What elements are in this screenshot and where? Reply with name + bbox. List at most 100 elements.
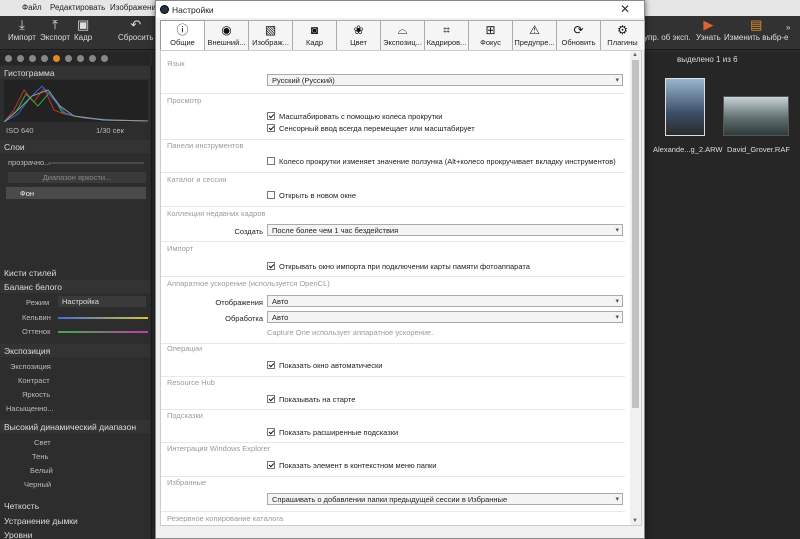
browser-panel: выделено 1 из 6 Alexande...g_2.ARW David… <box>645 52 800 539</box>
tool-tab-icon[interactable] <box>101 55 108 62</box>
reset-button[interactable]: ↶ Сбросить <box>118 18 154 42</box>
close-icon[interactable]: ✕ <box>620 2 630 16</box>
tab-capture[interactable]: ◙ Кадр <box>292 20 337 50</box>
histogram-header[interactable]: Гистограмма <box>0 66 150 79</box>
brightness-range-button[interactable]: Диапазон яркости... <box>8 172 146 183</box>
opencl-display-select[interactable]: Авто ▾ <box>267 295 623 307</box>
tool-tab-icon[interactable] <box>29 55 36 62</box>
layer-row[interactable]: Фон <box>6 187 146 199</box>
scrollbar-thumb[interactable] <box>632 60 639 408</box>
focus-icon: ⊞ <box>485 23 496 37</box>
tint-label: Оттенок <box>22 327 51 336</box>
show-on-start-checkbox[interactable]: Показывать на старте <box>267 395 355 404</box>
tool-tab-icon[interactable] <box>17 55 24 62</box>
touch-pan-checkbox[interactable]: Сенсорный ввод всегда перемещает или мас… <box>267 124 475 133</box>
white-balance-header[interactable]: Баланс белого <box>0 280 150 293</box>
open-import-checkbox[interactable]: Открывать окно импорта при подключении к… <box>267 262 530 271</box>
tool-tab-icon[interactable] <box>5 55 12 62</box>
black-slider-label: Черный <box>24 480 52 489</box>
checkbox-unchecked[interactable] <box>267 191 275 199</box>
export-icon: ⤒ <box>52 17 58 32</box>
menu-image[interactable]: Изображение <box>110 3 160 12</box>
exposure-warning-button[interactable]: упр. об эксп. <box>644 18 691 42</box>
opacity-label: прозрачно... <box>8 158 51 167</box>
recent-create-select[interactable]: После более чем 1 час бездействия ▾ <box>267 224 623 236</box>
tab-color[interactable]: ❀ Цвет <box>336 20 381 50</box>
tab-warnings[interactable]: ⚠ Предупре... <box>512 20 557 50</box>
checkbox-checked[interactable] <box>267 428 275 436</box>
section-tooltips-title: Подсказки <box>167 411 203 420</box>
tab-crop[interactable]: ⌗ Кадриров... <box>424 20 469 50</box>
tab-appearance[interactable]: ◉ Внешний... <box>204 20 249 50</box>
kelvin-slider[interactable] <box>58 317 148 319</box>
wheel-slider-checkbox[interactable]: Колесо прокрутки изменяет значение ползу… <box>267 157 616 166</box>
scroll-down-icon[interactable]: ▼ <box>632 518 638 524</box>
layers-header[interactable]: Слои <box>0 140 150 153</box>
tab-image[interactable]: ▧ Изображ... <box>248 20 293 50</box>
highlight-slider-label: Свет <box>34 438 51 447</box>
clarity-header[interactable]: Четкость <box>0 499 150 512</box>
thumbnail-2[interactable] <box>723 96 789 136</box>
thumbnail-1[interactable] <box>665 78 705 136</box>
language-select[interactable]: Русский (Русский) ▾ <box>267 74 623 86</box>
section-backup-title: Резервное копирование каталога <box>167 514 284 523</box>
wb-mode-select[interactable]: Настройка <box>58 296 146 307</box>
tool-tab-icon[interactable] <box>65 55 72 62</box>
context-menu-checkbox[interactable]: Показать элемент в контекстном меню папк… <box>267 461 436 470</box>
checkbox-checked[interactable] <box>267 361 275 369</box>
import-button[interactable]: ⤓ Импорт <box>8 18 36 42</box>
opacity-slider[interactable] <box>48 162 144 164</box>
divider <box>161 343 625 344</box>
hdr-header[interactable]: Высокий динамический диапазон <box>0 420 150 433</box>
show-auto-checkbox[interactable]: Показать окно автоматически <box>267 361 382 370</box>
chevron-down-icon: ▾ <box>615 314 619 321</box>
tab-update[interactable]: ⟳ Обновить <box>556 20 601 50</box>
scroll-up-icon[interactable]: ▲ <box>632 52 638 58</box>
kelvin-label: Кельвин <box>22 313 51 322</box>
app-icon <box>160 5 169 14</box>
checkbox-unchecked[interactable] <box>267 157 275 165</box>
opencl-processing-select[interactable]: Авто ▾ <box>267 311 623 323</box>
scroll-zoom-checkbox[interactable]: Масштабировать с помощью колеса прокрутк… <box>267 112 442 121</box>
menu-file[interactable]: Файл <box>22 3 42 12</box>
tool-tab-icon[interactable] <box>89 55 96 62</box>
section-favorites-title: Избранные <box>167 478 207 487</box>
capture-button[interactable]: ▣ Кадр <box>74 18 92 42</box>
chevron-down-icon: ▾ <box>615 77 619 84</box>
export-button[interactable]: ⤒ Экспорт <box>40 18 70 42</box>
shutter-value: 1/30 сек <box>96 126 124 135</box>
tool-tab-icon[interactable] <box>77 55 84 62</box>
tool-tab-icon[interactable] <box>53 55 60 62</box>
preferences-tabs: ⓘ Общие ◉ Внешний... ▧ Изображ... ◙ Кадр ❀ Цв… <box>160 20 645 51</box>
favorites-select[interactable]: Спрашивать о добавлении папки предыдущей… <box>267 493 623 505</box>
tab-exposure[interactable]: ⌓ Экспозиц... <box>380 20 425 50</box>
menu-edit[interactable]: Редактировать <box>50 3 105 12</box>
exposure-icon: ⌓ <box>397 23 408 37</box>
create-label: Создать <box>234 227 263 236</box>
checkbox-checked[interactable] <box>267 262 275 270</box>
checkbox-checked[interactable] <box>267 112 275 120</box>
checkbox-checked[interactable] <box>267 461 275 469</box>
divider <box>161 93 625 94</box>
thumbnail-1-name: Alexande...g_2.ARW <box>653 145 723 154</box>
levels-header[interactable]: Уровни <box>0 528 150 539</box>
brightness-slider-label: Яркость <box>22 390 51 399</box>
dialog-title-bar: Настройки ✕ <box>156 1 644 18</box>
exposure-header[interactable]: Экспозиция <box>0 344 150 357</box>
dehaze-header[interactable]: Устранение дымки <box>0 514 150 527</box>
open-new-window-checkbox[interactable]: Открыть в новом окне <box>267 191 356 200</box>
checkbox-checked[interactable] <box>267 395 275 403</box>
tool-tab-icon[interactable] <box>41 55 48 62</box>
tab-focus[interactable]: ⊞ Фокус <box>468 20 513 50</box>
tab-general[interactable]: ⓘ Общие <box>160 20 205 51</box>
tab-plugins[interactable]: ⚙ Плагины <box>600 20 645 50</box>
checkbox-checked[interactable] <box>267 124 275 132</box>
styles-header[interactable]: Кисти стилей <box>0 266 150 279</box>
edit-selection-button[interactable]: ▤ Изменить выбр-е <box>724 18 788 42</box>
tint-slider[interactable] <box>58 331 148 333</box>
info-icon: ⓘ <box>176 23 189 37</box>
more-icon[interactable]: » <box>786 24 790 32</box>
vertical-scrollbar[interactable]: ▲ ▼ <box>630 51 641 525</box>
extended-tooltips-checkbox[interactable]: Показать расширенные подсказки <box>267 428 398 437</box>
learn-button[interactable]: ▶ Узнать <box>696 18 721 42</box>
